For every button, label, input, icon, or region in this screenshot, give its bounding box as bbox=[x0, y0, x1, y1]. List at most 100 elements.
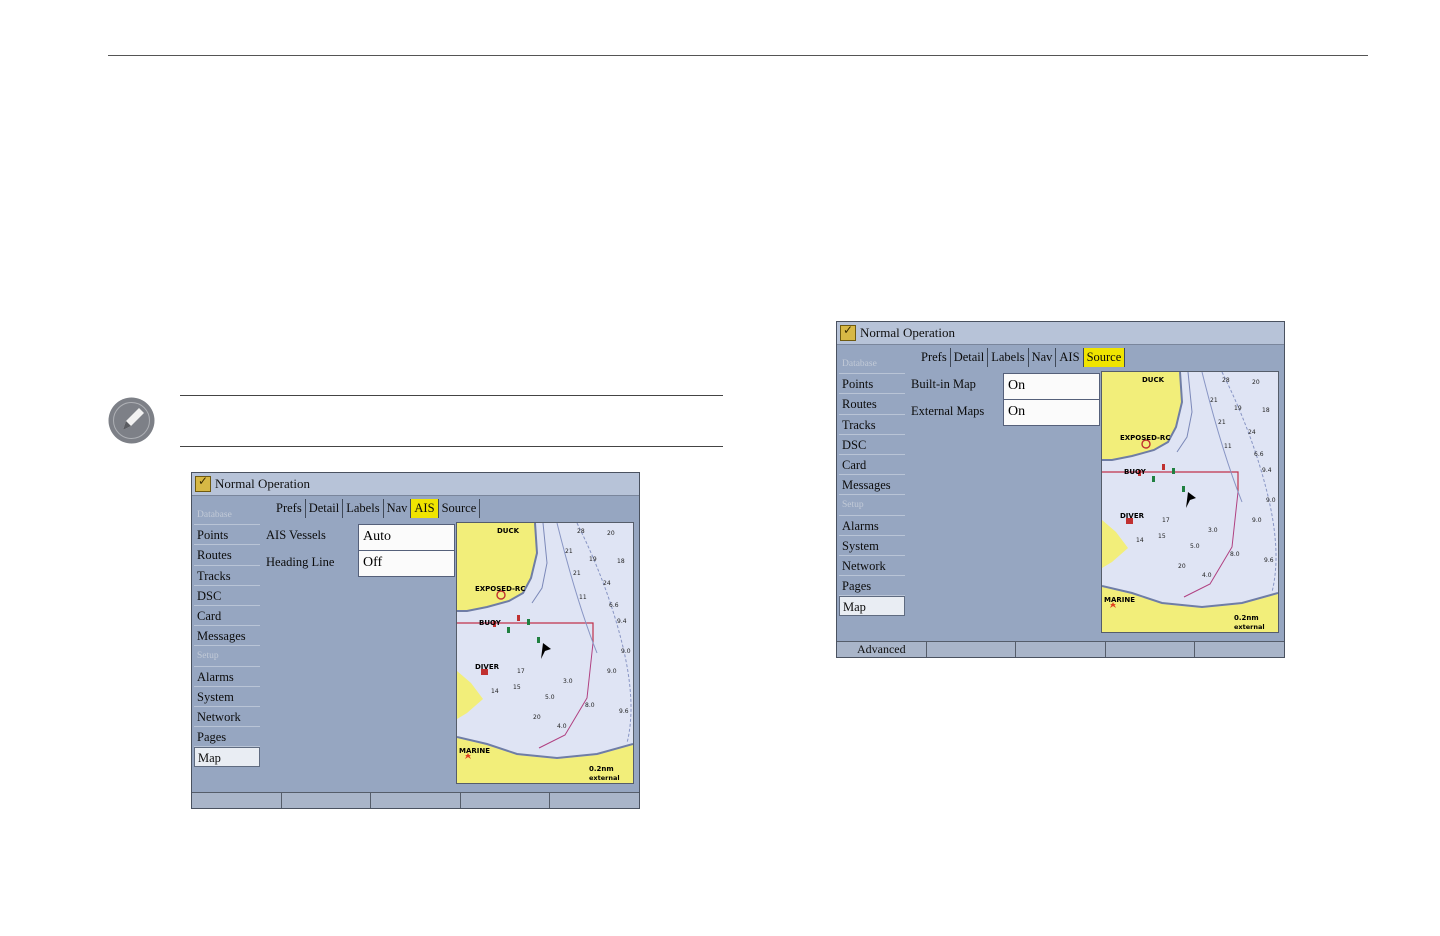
map-label-exposed: EXPOSED-RC bbox=[1120, 434, 1170, 442]
softkey-1[interactable] bbox=[192, 793, 282, 808]
sidebar-item-alarms[interactable]: Alarms bbox=[839, 516, 905, 536]
tab-labels[interactable]: Labels bbox=[343, 499, 384, 518]
depth-sounding: 20 bbox=[607, 530, 615, 537]
softkey-bar: Advanced bbox=[837, 641, 1284, 657]
sidebar-item-dsc[interactable]: DSC bbox=[194, 586, 260, 606]
depth-sounding: 28 bbox=[1222, 377, 1230, 384]
tab-nav[interactable]: Nav bbox=[1029, 348, 1057, 367]
map-label-mode: external bbox=[1234, 623, 1265, 631]
softkey-2[interactable] bbox=[926, 642, 1017, 657]
depth-sounding: 9.0 bbox=[621, 648, 631, 655]
title-bar: Normal Operation bbox=[192, 473, 639, 496]
depth-sounding: 4.0 bbox=[1202, 572, 1212, 579]
map-label-mode: external bbox=[589, 774, 620, 782]
sidebar-item-system[interactable]: System bbox=[839, 536, 905, 556]
sidebar-item-messages[interactable]: Messages bbox=[194, 626, 260, 647]
tab-ais[interactable]: AIS bbox=[1056, 348, 1084, 367]
tab-bar: Prefs Detail Labels Nav AIS Source bbox=[918, 348, 1126, 367]
depth-sounding: 6.6 bbox=[609, 602, 619, 609]
ais-vessels-field[interactable]: Auto bbox=[358, 524, 455, 551]
map-label-scale: 0.2nm bbox=[589, 765, 614, 773]
depth-sounding: 9.6 bbox=[619, 708, 629, 715]
tab-prefs[interactable]: Prefs bbox=[918, 348, 951, 367]
tab-nav[interactable]: Nav bbox=[384, 499, 412, 518]
tab-source[interactable]: Source bbox=[1083, 348, 1126, 367]
title-bar: Normal Operation bbox=[837, 322, 1284, 345]
sidebar-item-tracks[interactable]: Tracks bbox=[194, 566, 260, 586]
sidebar-item-tracks[interactable]: Tracks bbox=[839, 415, 905, 435]
depth-sounding: 9.0 bbox=[1252, 517, 1262, 524]
sidebar-item-system[interactable]: System bbox=[194, 687, 260, 707]
sidebar-item-dsc[interactable]: DSC bbox=[839, 435, 905, 455]
depth-sounding: 21 bbox=[1218, 419, 1226, 426]
sidebar-item-routes[interactable]: Routes bbox=[194, 545, 260, 566]
title-text: Normal Operation bbox=[860, 325, 955, 340]
depth-sounding: 8.0 bbox=[585, 702, 595, 709]
tab-detail[interactable]: Detail bbox=[306, 499, 344, 518]
tab-labels[interactable]: Labels bbox=[988, 348, 1029, 367]
chart-map: DUCK EXPOSED-RC BUOY DIVER MARINE 0.2nm … bbox=[1102, 372, 1278, 632]
map-label-diver: DIVER bbox=[475, 663, 500, 671]
heading-line-field[interactable]: Off bbox=[358, 550, 455, 577]
sidebar-item-points[interactable]: Points bbox=[194, 525, 260, 546]
map-label-buoy: BUOY bbox=[1124, 468, 1147, 476]
sidebar-item-card[interactable]: Card bbox=[839, 455, 905, 476]
depth-sounding: 11 bbox=[579, 594, 587, 601]
depth-sounding: 28 bbox=[577, 528, 585, 535]
sidebar-item-card[interactable]: Card bbox=[194, 606, 260, 627]
page-top-rule bbox=[108, 55, 1368, 56]
softkey-4[interactable] bbox=[460, 793, 551, 808]
depth-sounding: 20 bbox=[1252, 379, 1260, 386]
map-label-marine: MARINE bbox=[1104, 596, 1135, 604]
depth-sounding: 11 bbox=[1224, 443, 1232, 450]
title-text: Normal Operation bbox=[215, 476, 310, 491]
map-label-scale: 0.2nm bbox=[1234, 614, 1259, 622]
sidebar-item-routes[interactable]: Routes bbox=[839, 394, 905, 415]
map-label-buoy: BUOY bbox=[479, 619, 502, 627]
tab-ais[interactable]: AIS bbox=[411, 499, 439, 518]
softkey-3[interactable] bbox=[1016, 642, 1106, 657]
softkey-2[interactable] bbox=[281, 793, 372, 808]
tab-prefs[interactable]: Prefs bbox=[273, 499, 306, 518]
depth-sounding: 21 bbox=[1210, 397, 1218, 404]
external-maps-field[interactable]: On bbox=[1003, 399, 1100, 426]
sidebar-item-map[interactable]: Map bbox=[194, 747, 260, 768]
map-label-exposed: EXPOSED-RC bbox=[475, 585, 525, 593]
note-top-rule bbox=[180, 395, 723, 396]
depth-sounding: 5.0 bbox=[1190, 543, 1200, 550]
softkey-advanced[interactable]: Advanced bbox=[837, 642, 927, 657]
softkey-3[interactable] bbox=[371, 793, 461, 808]
built-in-map-field[interactable]: On bbox=[1003, 373, 1100, 400]
sidebar-item-network[interactable]: Network bbox=[194, 707, 260, 728]
depth-sounding: 21 bbox=[573, 570, 581, 577]
sidebar-header-setup: Setup bbox=[839, 495, 905, 516]
sidebar-header-setup: Setup bbox=[194, 646, 260, 667]
depth-sounding: 20 bbox=[1178, 563, 1186, 570]
sidebar-header-database: Database bbox=[839, 354, 905, 375]
sidebar-item-points[interactable]: Points bbox=[839, 374, 905, 395]
checkmark-icon bbox=[840, 323, 856, 341]
sidebar-header-database: Database bbox=[194, 505, 260, 526]
depth-sounding: 9.4 bbox=[617, 618, 627, 625]
sidebar-item-alarms[interactable]: Alarms bbox=[194, 667, 260, 687]
depth-sounding: 4.0 bbox=[557, 723, 567, 730]
sidebar-item-messages[interactable]: Messages bbox=[839, 475, 905, 496]
softkey-4[interactable] bbox=[1105, 642, 1196, 657]
device-screen-ais: Normal Operation Database Points Routes … bbox=[191, 472, 640, 809]
softkey-5[interactable] bbox=[1195, 642, 1284, 657]
depth-sounding: 15 bbox=[1158, 533, 1166, 540]
sidebar-item-pages[interactable]: Pages bbox=[839, 576, 905, 597]
softkey-5[interactable] bbox=[550, 793, 639, 808]
depth-sounding: 5.0 bbox=[545, 694, 555, 701]
built-in-map-label: Built-in Map bbox=[911, 377, 976, 391]
depth-sounding: 6.6 bbox=[1254, 451, 1264, 458]
external-maps-label: External Maps bbox=[911, 404, 985, 418]
depth-sounding: 14 bbox=[1136, 537, 1144, 544]
tab-source[interactable]: Source bbox=[439, 499, 481, 518]
sidebar-item-pages[interactable]: Pages bbox=[194, 727, 260, 748]
depth-sounding: 8.0 bbox=[1230, 551, 1240, 558]
depth-sounding: 14 bbox=[491, 688, 499, 695]
tab-detail[interactable]: Detail bbox=[951, 348, 989, 367]
sidebar-item-network[interactable]: Network bbox=[839, 556, 905, 577]
sidebar-item-map[interactable]: Map bbox=[839, 596, 905, 617]
